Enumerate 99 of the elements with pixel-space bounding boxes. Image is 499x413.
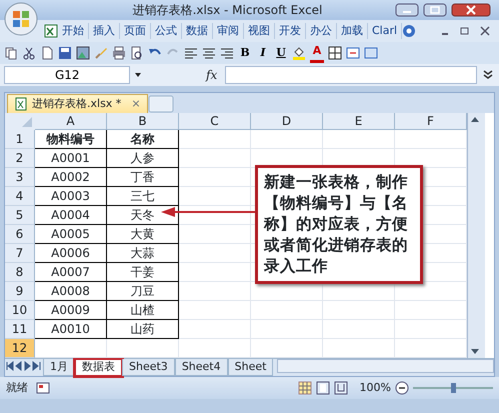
format-button[interactable]: B: [238, 44, 252, 62]
printer-icon[interactable]: [112, 46, 126, 60]
table-cell: 丁香: [107, 168, 179, 187]
table-cell: 山药: [107, 320, 179, 339]
page-break-icon[interactable]: [334, 381, 348, 395]
zoom-out-icon[interactable]: [395, 381, 409, 395]
table-cell: 物料编号: [35, 130, 107, 149]
table-cell: 干姜: [107, 263, 179, 282]
column-header[interactable]: E: [323, 113, 395, 130]
name-box[interactable]: G12: [4, 66, 130, 84]
table-cell: 人参: [107, 149, 179, 168]
borders-icon[interactable]: [328, 46, 342, 60]
table-cell: A0002: [35, 168, 107, 187]
dropdown-caret-icon[interactable]: [134, 71, 142, 79]
restore-icon[interactable]: [459, 25, 471, 37]
column-header[interactable]: B: [107, 113, 179, 130]
close-icon[interactable]: [451, 3, 491, 17]
ribbon-tab[interactable]: 开发: [275, 23, 306, 39]
column-header[interactable]: F: [395, 113, 467, 130]
sheet-navigation-icon[interactable]: [5, 359, 43, 373]
column-header[interactable]: C: [179, 113, 251, 130]
image-icon[interactable]: [76, 46, 90, 60]
row-header[interactable]: 12: [5, 339, 35, 358]
row-header[interactable]: 4: [5, 187, 35, 206]
row-header[interactable]: 9: [5, 282, 35, 301]
save-icon[interactable]: [58, 46, 72, 60]
ribbon-tab[interactable]: 加载: [337, 23, 368, 39]
zoom-slider-thumb[interactable]: [451, 383, 456, 393]
close-button[interactable]: ×: [131, 95, 141, 113]
maximize-icon[interactable]: [423, 3, 447, 17]
ribbon-tab[interactable]: 数据: [182, 23, 213, 39]
table-cell: A0005: [35, 225, 107, 244]
align-left-icon[interactable]: [184, 46, 198, 60]
row-header[interactable]: 5: [5, 206, 35, 225]
document-icon[interactable]: [40, 46, 54, 60]
table-cell: 刀豆: [107, 282, 179, 301]
table-icon[interactable]: [364, 46, 378, 60]
column-header[interactable]: A: [35, 113, 107, 130]
table-cell: 大蒜: [107, 244, 179, 263]
expand-icon[interactable]: [481, 68, 495, 82]
excel-logo-icon[interactable]: [44, 24, 58, 38]
formula-label: fx: [206, 67, 218, 84]
sheet-tab[interactable]: Sheet3: [122, 359, 175, 376]
column-header[interactable]: D: [251, 113, 323, 130]
sheet-tab[interactable]: Sheet: [228, 359, 274, 376]
merge-cells-icon[interactable]: [346, 46, 360, 60]
sheet-tab[interactable]: Sheet4: [174, 359, 228, 376]
table-cell: A0010: [35, 320, 107, 339]
format-button[interactable]: U: [274, 44, 288, 62]
format-button[interactable]: I: [256, 44, 270, 62]
row-header[interactable]: 6: [5, 225, 35, 244]
status-text: 就绪: [6, 380, 28, 396]
zoom-level: 100%: [360, 380, 391, 396]
row-header[interactable]: 7: [5, 244, 35, 263]
ribbon-tab[interactable]: 办公: [306, 23, 337, 39]
sheet-tab[interactable]: 数据表: [75, 359, 122, 376]
excel-file-icon[interactable]: [14, 97, 28, 111]
row-header[interactable]: 10: [5, 301, 35, 320]
ribbon-tab[interactable]: Clarl: [368, 23, 402, 39]
row-header[interactable]: 11: [5, 320, 35, 339]
table-cell: A0001: [35, 149, 107, 168]
align-right-icon[interactable]: [220, 46, 234, 60]
ribbon-tab[interactable]: 插入: [89, 23, 120, 39]
callout-text: 新建一张表格，制作【物料编号】与【名称】的对应表，方便或者简化进销存表的录入工作: [255, 165, 423, 284]
scissors-icon[interactable]: [22, 46, 36, 60]
ribbon-tab[interactable]: 页面: [120, 23, 151, 39]
table-cell: 名称: [107, 130, 179, 149]
page-layout-icon[interactable]: [316, 381, 330, 395]
row-header[interactable]: 3: [5, 168, 35, 187]
normal-view-icon[interactable]: [298, 381, 312, 395]
magnifier-page-icon[interactable]: [130, 46, 144, 60]
macro-record-icon[interactable]: [36, 381, 50, 395]
help-icon[interactable]: [402, 24, 416, 38]
row-header[interactable]: 8: [5, 263, 35, 282]
ribbon-tab[interactable]: 公式: [151, 23, 182, 39]
table-cell: A0009: [35, 301, 107, 320]
workbook-tab[interactable]: 进销存表格.xlsx * ×: [7, 94, 148, 113]
copy-icon[interactable]: [4, 46, 18, 60]
row-header[interactable]: 2: [5, 149, 35, 168]
ribbon-tab[interactable]: 视图: [244, 23, 275, 39]
ribbon-tab[interactable]: 开始: [58, 23, 89, 39]
table-cell: 三七: [107, 187, 179, 206]
fill-bucket-icon[interactable]: [292, 46, 306, 60]
close-icon[interactable]: [479, 25, 491, 37]
minimize-icon[interactable]: [395, 3, 419, 17]
table-cell: A0008: [35, 282, 107, 301]
table-cell: A0004: [35, 206, 107, 225]
sheet-tab[interactable]: 1月: [43, 359, 75, 376]
window-title: 进销存表格.xlsx - Microsoft Excel: [132, 2, 324, 19]
workbook-name: 进销存表格.xlsx *: [32, 96, 122, 112]
select-all-icon: [5, 113, 35, 130]
table-cell: 山楂: [107, 301, 179, 320]
table-cell: A0006: [35, 244, 107, 263]
table-cell: A0003: [35, 187, 107, 206]
align-center-icon[interactable]: [202, 46, 216, 60]
table-cell: A0007: [35, 263, 107, 282]
table-cell: 大黄: [107, 225, 179, 244]
ribbon-tab[interactable]: 审阅: [213, 23, 244, 39]
row-header[interactable]: 1: [5, 130, 35, 149]
